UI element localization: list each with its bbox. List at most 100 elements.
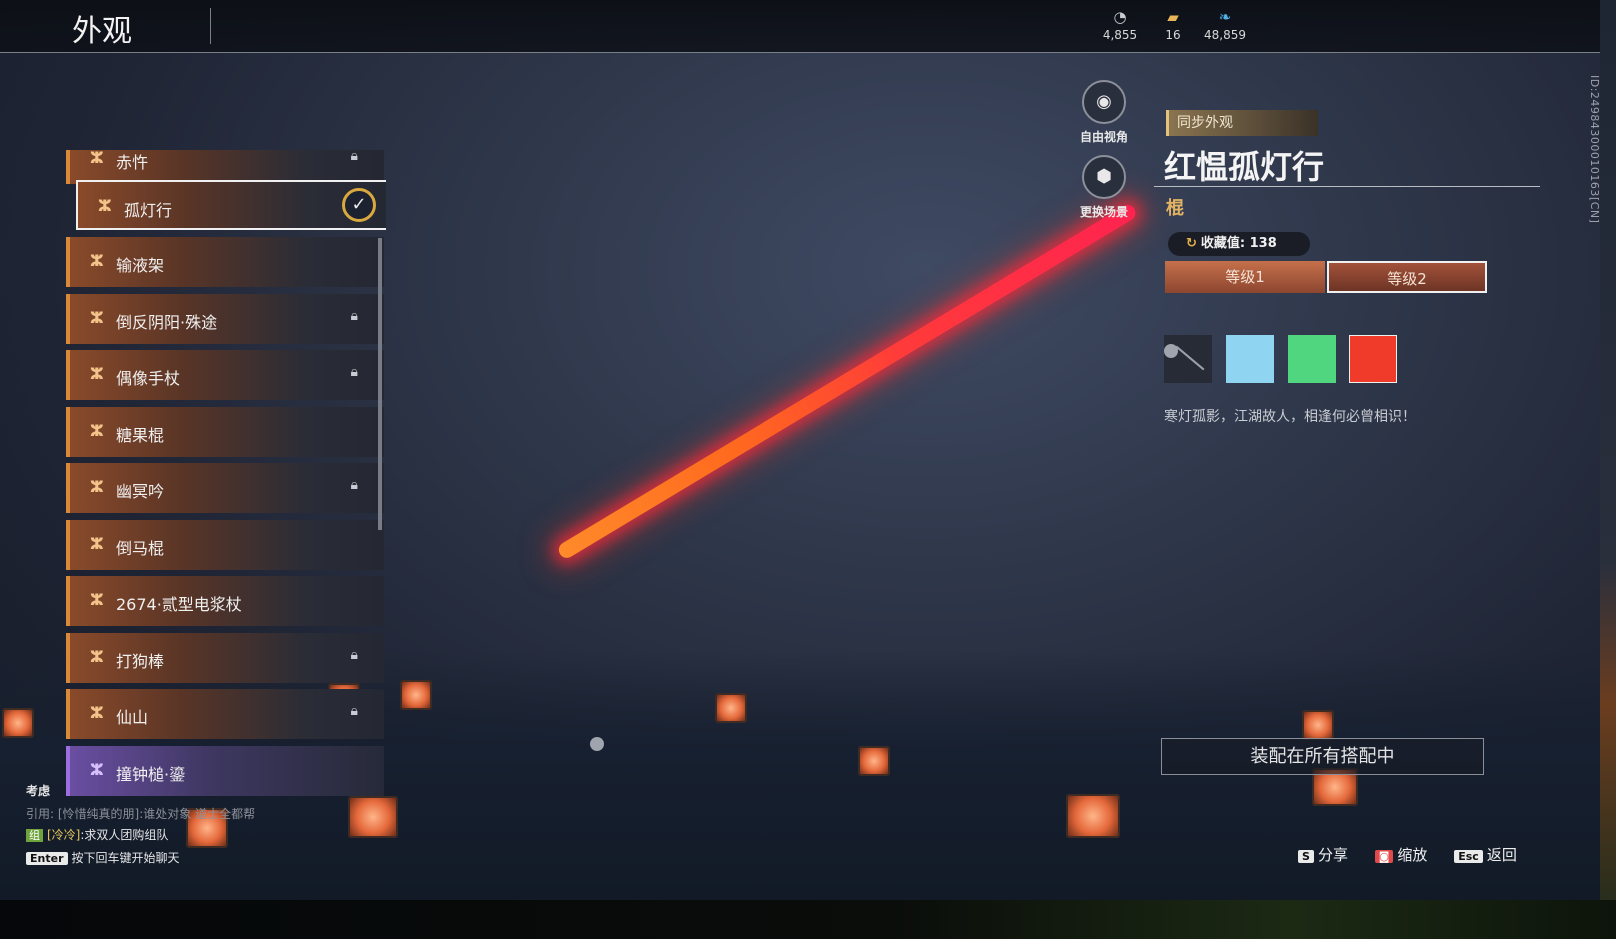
color-swatch-blue[interactable] (1226, 335, 1274, 383)
chat-sender[interactable]: [冷冷] (47, 828, 80, 842)
chat-message: 组 [冷冷]:求双人团购组队 (26, 826, 255, 843)
list-item[interactable]: ⵣ 仙山 🔒︎ (66, 689, 384, 739)
list-item-label: 打狗棒 (116, 652, 165, 671)
equip-all-button[interactable]: 装配在所有搭配中 (1161, 738, 1484, 775)
list-item[interactable]: ⵣ 输液架 (66, 237, 384, 287)
lantern-decoration (348, 796, 398, 838)
staff-icon: ⵣ (90, 534, 104, 553)
lock-icon: 🔒︎ (350, 703, 358, 719)
staff-icon: ⵣ (90, 647, 104, 666)
top-bar: 外观 ◔ 4,855 ▰ 16 ❧ 48,859 (0, 0, 1600, 53)
staff-icon: ⵣ (90, 477, 104, 496)
title-divider (210, 8, 211, 44)
mouse-icon: ◙ (1374, 850, 1394, 863)
share-label: 分享 (1317, 846, 1348, 864)
weapon-end-cap (1164, 344, 1178, 358)
lantern-decoration (1302, 710, 1334, 740)
list-item[interactable]: ⵣ 幽冥吟 🔒︎ (66, 463, 384, 513)
lantern-decoration (400, 680, 432, 710)
staff-icon: ⵣ (90, 421, 104, 440)
list-item[interactable]: ⵣ 赤忤 🔒︎ (66, 150, 384, 184)
currency-feather: ❧ 48,859 (1195, 8, 1255, 42)
chat-panel[interactable]: 考虑 引用: [怜惜纯真的朋]:谁处对象 道士全都帮 组 [冷冷]:求双人团购组队… (26, 782, 255, 866)
collection-icon: ↻ (1186, 236, 1197, 251)
free-view-button[interactable]: ◉ 自由视角 (1069, 80, 1139, 145)
lock-icon: 🔒︎ (350, 477, 358, 493)
item-type: 棍 (1166, 198, 1184, 219)
change-scene-button[interactable]: ⬢ 更换场景 (1069, 155, 1139, 220)
tab-level-2[interactable]: 等级2 (1327, 261, 1487, 293)
free-view-label: 自由视角 (1079, 130, 1128, 144)
lantern-decoration (1066, 794, 1120, 838)
lock-icon: 🔒︎ (350, 647, 358, 663)
lantern-decoration (715, 693, 747, 723)
lock-icon: 🔒︎ (350, 364, 358, 380)
staff-icon: ⵣ (90, 760, 104, 779)
esc-key-icon: Esc (1454, 850, 1483, 863)
list-item-label: 糖果棍 (116, 426, 165, 445)
lock-icon: 🔒︎ (350, 308, 358, 324)
staff-icon: ⵣ (98, 196, 112, 215)
currency-value: 4,855 (1102, 28, 1138, 42)
lantern-decoration (2, 708, 34, 738)
sync-appearance-tag[interactable]: 同步外观 (1166, 110, 1318, 136)
collection-label: 收藏值: 138 (1200, 236, 1277, 251)
lock-icon: 🔒︎ (350, 150, 358, 164)
item-description: 寒灯孤影，江湖故人，相逢何必曾相识！ (1164, 409, 1416, 425)
list-item-label: 倒马棍 (116, 539, 165, 558)
list-item-selected[interactable]: ⵣ 孤灯行 ✓ (76, 180, 386, 230)
window-edge-right (1600, 0, 1616, 939)
list-item[interactable]: ⵣ 倒反阴阳·殊途 🔒︎ (66, 294, 384, 344)
list-item[interactable]: ⵣ 糖果棍 (66, 407, 384, 457)
s-key-icon: S (1298, 850, 1314, 863)
window-edge-bottom (0, 900, 1616, 939)
tab-level-1[interactable]: 等级1 (1165, 261, 1325, 293)
list-item-label: 倒反阴阳·殊途 (116, 313, 218, 332)
list-item-label: 孤灯行 (124, 201, 173, 220)
list-item[interactable]: ⵣ 打狗棒 🔒︎ (66, 633, 384, 683)
camera-icon: ◉ (1082, 80, 1126, 124)
collection-value: ↻ 收藏值: 138 (1168, 232, 1310, 256)
staff-icon: ⵣ (90, 364, 104, 383)
list-item[interactable]: ⵣ 倒马棍 (66, 520, 384, 570)
currency-value: 16 (1165, 28, 1181, 42)
zoom-button[interactable]: ◙ 缩放 (1374, 844, 1427, 865)
change-scene-label: 更换场景 (1079, 205, 1128, 219)
staff-icon: ⵣ (90, 251, 104, 270)
list-item-label: 输液架 (116, 256, 165, 275)
appearance-list[interactable]: ⵣ 赤忤 🔒︎ ⵣ 孤灯行 ✓ ⵣ 输液架 ⵣ 倒反阴阳·殊途 🔒︎ ⵣ 偶像手… (66, 150, 386, 800)
silver-coin-icon: ◔ (1113, 8, 1127, 26)
staff-icon: ⵣ (90, 308, 104, 327)
list-item-label: 2674·贰型电浆杖 (116, 595, 242, 614)
equipped-check-icon: ✓ (342, 188, 376, 222)
color-swatch-default[interactable] (1164, 335, 1212, 383)
list-item-label: 幽冥吟 (116, 482, 165, 501)
weapon-end-cap (590, 737, 604, 751)
chat-text: :求双人团购组队 (80, 828, 169, 842)
share-button[interactable]: S 分享 (1298, 844, 1348, 865)
list-item-label: 赤忤 (116, 153, 149, 172)
item-name: 红愠孤灯行 (1164, 148, 1325, 186)
color-swatch-green[interactable] (1288, 335, 1336, 383)
staff-icon: ⵣ (90, 150, 104, 167)
lantern-decoration (858, 746, 890, 776)
list-item[interactable]: ⵣ 2674·贰型电浆杖 (66, 576, 384, 626)
back-button[interactable]: Esc 返回 (1454, 844, 1517, 865)
currency-silver: ◔ 4,855 (1090, 8, 1150, 42)
list-item[interactable]: ⵣ 偶像手杖 🔒︎ (66, 350, 384, 400)
divider (1154, 186, 1540, 187)
chat-quote: 引用: [怜惜纯真的朋]:谁处对象 道士全都帮 (26, 807, 256, 821)
chat-hint[interactable]: Enter 按下回车键开始聊天 (26, 849, 255, 866)
back-label: 返回 (1486, 846, 1517, 864)
feather-icon: ❧ (1218, 8, 1232, 26)
color-swatch-red[interactable] (1349, 335, 1397, 383)
list-item-label: 偶像手杖 (116, 369, 181, 388)
currency-value: 48,859 (1204, 28, 1246, 42)
list-scrollbar[interactable] (378, 238, 382, 530)
account-id: ID:24984300010163[CN] (1588, 75, 1601, 224)
chat-channel[interactable]: 考虑 (26, 782, 255, 799)
cube-icon: ⬢ (1082, 155, 1126, 199)
footer-actions: S 分享 ◙ 缩放 Esc 返回 (1298, 844, 1517, 865)
staff-icon: ⵣ (90, 703, 104, 722)
enter-key-icon: Enter (26, 852, 68, 865)
